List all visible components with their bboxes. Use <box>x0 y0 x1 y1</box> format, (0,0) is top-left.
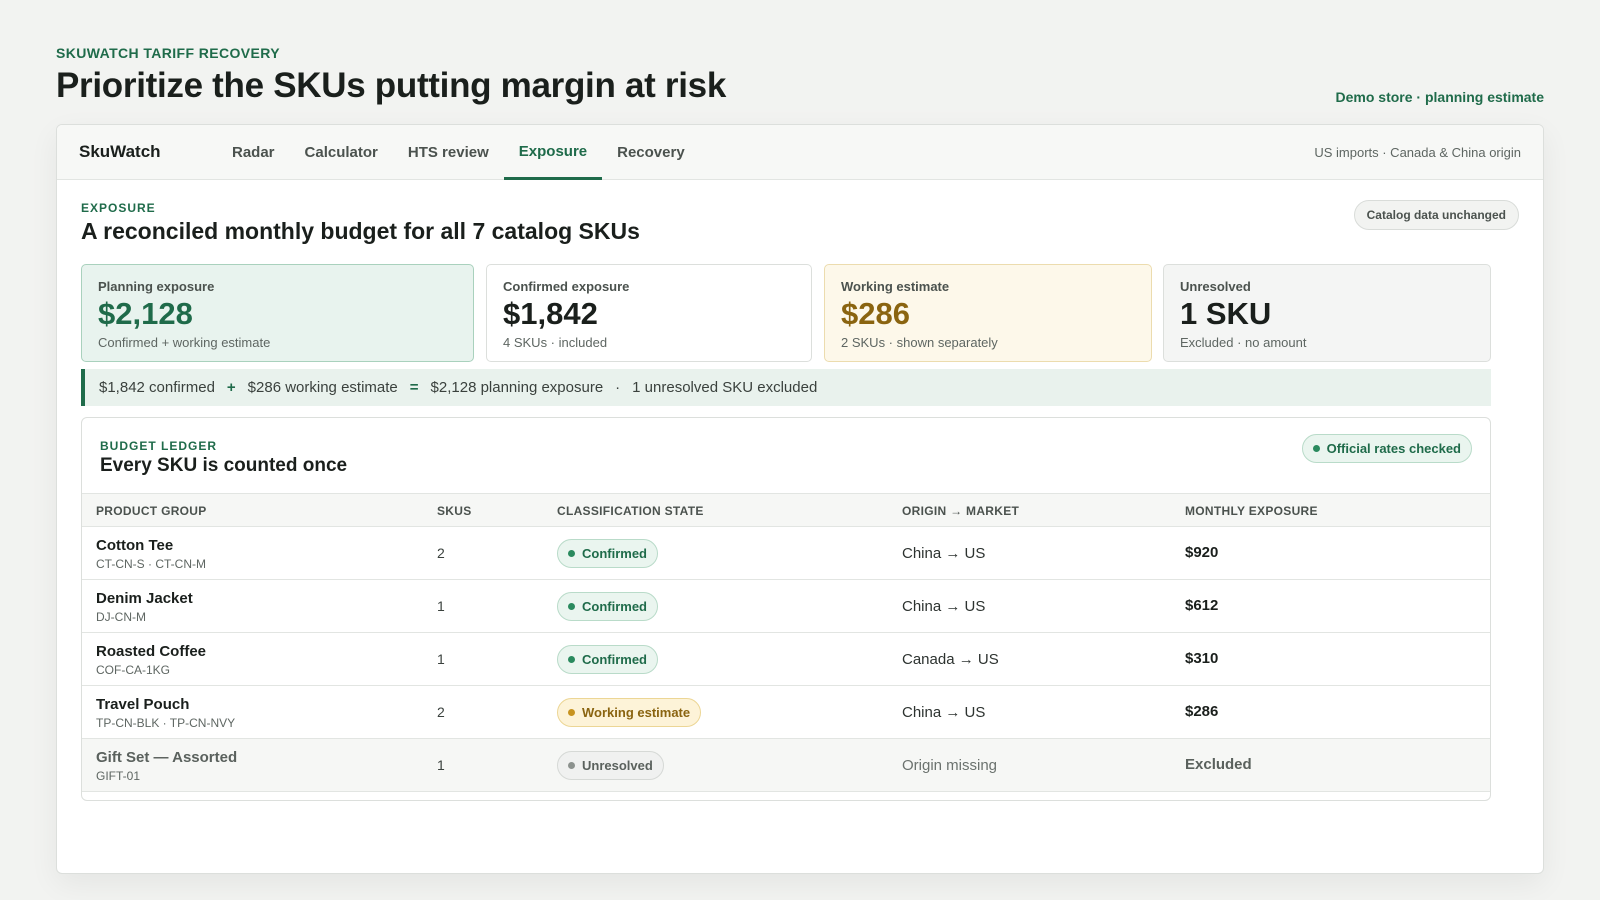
card-value: $286 <box>841 296 910 331</box>
import-context: US imports · Canada & China origin <box>1314 145 1521 160</box>
monthly-exposure: $310 <box>1185 650 1219 667</box>
product-skus: COF-CA-1KG <box>96 663 171 677</box>
origin-market: China → US <box>902 704 986 721</box>
card-subtext: Excluded · no amount <box>1180 335 1307 350</box>
formula-confirmed: $1,842 confirmed <box>99 379 215 396</box>
monthly-exposure: $920 <box>1185 544 1219 561</box>
card-label: Unresolved <box>1180 279 1251 294</box>
status-label: Confirmed <box>582 546 647 561</box>
ledger-title: Every SKU is counted once <box>100 455 348 476</box>
product-name: Gift Set — Assorted <box>96 749 238 766</box>
hero-eyebrow: SKUWATCH TARIFF RECOVERY <box>56 45 281 61</box>
monthly-exposure: $612 <box>1185 597 1219 614</box>
tab-recovery[interactable]: Recovery <box>602 125 700 180</box>
table-row[interactable]: Travel Pouch TP-CN-BLK · TP-CN-NVY 2 Wor… <box>82 686 1490 739</box>
reconciliation-formula: $1,842 confirmed + $286 working estimate… <box>81 369 1491 406</box>
card-value: $1,842 <box>503 296 598 331</box>
ledger-table: PRODUCT GROUP SKUS CLASSIFICATION STATE … <box>82 493 1490 792</box>
col-origin-market[interactable]: ORIGIN → MARKET <box>902 504 1019 518</box>
budget-ledger: BUDGET LEDGER Every SKU is counted once … <box>81 417 1491 801</box>
card-subtext: Confirmed + working estimate <box>98 335 271 350</box>
official-rates-badge: Official rates checked <box>1301 434 1472 463</box>
monthly-exposure: $286 <box>1185 703 1219 720</box>
status-badge: Confirmed <box>557 592 658 621</box>
status-badge: Unresolved <box>557 751 664 780</box>
table-header: PRODUCT GROUP SKUS CLASSIFICATION STATE … <box>82 493 1490 527</box>
col-product-group[interactable]: PRODUCT GROUP <box>96 504 207 518</box>
origin-market: Canada → US <box>902 651 999 668</box>
card-subtext: 2 SKUs · shown separately <box>841 335 998 350</box>
top-bar: SkuWatch Radar Calculator HTS review Exp… <box>57 125 1543 180</box>
formula-working: $286 working estimate <box>247 379 398 396</box>
tab-calculator[interactable]: Calculator <box>290 125 393 180</box>
sku-count: 1 <box>437 757 445 773</box>
table-row[interactable]: Cotton Tee CT-CN-S · CT-CN-M 2 Confirmed… <box>82 527 1490 580</box>
sku-count: 2 <box>437 545 445 561</box>
ledger-eyebrow: BUDGET LEDGER <box>100 439 218 453</box>
card-label: Working estimate <box>841 279 950 294</box>
product-name: Travel Pouch <box>96 696 190 713</box>
card-label: Planning exposure <box>98 279 215 294</box>
card-working-estimate: Working estimate $286 2 SKUs · shown sep… <box>824 264 1152 362</box>
product-skus: CT-CN-S · CT-CN-M <box>96 557 206 571</box>
col-skus[interactable]: SKUS <box>437 504 472 518</box>
status-dot-icon <box>568 762 575 769</box>
brand-logo[interactable]: SkuWatch <box>79 142 161 162</box>
product-skus: GIFT-01 <box>96 769 141 783</box>
col-monthly-exposure[interactable]: MONTHLY EXPOSURE <box>1185 504 1318 518</box>
status-dot-icon <box>568 603 575 610</box>
catalog-status-badge: Catalog data unchanged <box>1353 200 1519 230</box>
status-dot-icon <box>568 709 575 716</box>
card-unresolved: Unresolved 1 SKU Excluded · no amount <box>1163 264 1491 362</box>
status-dot-icon <box>568 656 575 663</box>
tab-radar[interactable]: Radar <box>217 125 290 180</box>
product-name: Cotton Tee <box>96 537 174 554</box>
origin-market: Origin missing <box>902 757 998 774</box>
card-confirmed-exposure: Confirmed exposure $1,842 4 SKUs · inclu… <box>486 264 812 362</box>
status-badge: Confirmed <box>557 645 658 674</box>
card-value: 1 SKU <box>1180 296 1272 331</box>
tab-exposure[interactable]: Exposure <box>503 125 603 180</box>
status-label: Confirmed <box>582 599 647 614</box>
col-classification-state[interactable]: CLASSIFICATION STATE <box>557 504 704 518</box>
section-eyebrow: EXPOSURE <box>81 201 156 215</box>
status-label: Working estimate <box>582 705 691 720</box>
formula-total: $2,128 planning exposure <box>430 379 604 396</box>
origin-market: China → US <box>902 545 986 562</box>
main-nav: Radar Calculator HTS review Exposure Rec… <box>217 125 700 180</box>
card-planning-exposure: Planning exposure $2,128 Confirmed + wor… <box>81 264 474 362</box>
formula-separator: · <box>615 379 621 396</box>
card-value: $2,128 <box>98 296 193 331</box>
page-title: Prioritize the SKUs putting margin at ri… <box>56 66 727 105</box>
official-rates-label: Official rates checked <box>1326 441 1461 456</box>
formula-equals: = <box>409 379 419 396</box>
status-label: Confirmed <box>582 652 647 667</box>
formula-excluded: 1 unresolved SKU excluded <box>632 379 818 396</box>
product-name: Denim Jacket <box>96 590 193 607</box>
status-badge: Working estimate <box>557 698 702 727</box>
table-row[interactable]: Denim Jacket DJ-CN-M 1 Confirmed China →… <box>82 580 1490 633</box>
product-skus: DJ-CN-M <box>96 610 146 624</box>
card-label: Confirmed exposure <box>503 279 630 294</box>
status-label: Unresolved <box>582 758 653 773</box>
card-subtext: 4 SKUs · included <box>503 335 608 350</box>
origin-market: China → US <box>902 598 986 615</box>
table-row[interactable]: Roasted Coffee COF-CA-1KG 1 Confirmed Ca… <box>82 633 1490 686</box>
monthly-exposure: Excluded <box>1185 756 1252 773</box>
sku-count: 1 <box>437 651 445 667</box>
app-window: SkuWatch Radar Calculator HTS review Exp… <box>56 124 1544 874</box>
status-badge: Confirmed <box>557 539 658 568</box>
section-title: A reconciled monthly budget for all 7 ca… <box>81 218 640 244</box>
status-dot-icon <box>1312 445 1320 452</box>
formula-plus: + <box>226 379 236 396</box>
table-row[interactable]: Gift Set — Assorted GIFT-01 1 Unresolved… <box>82 739 1490 792</box>
demo-note: Demo store · planning estimate <box>1335 89 1544 105</box>
status-dot-icon <box>568 550 575 557</box>
sku-count: 2 <box>437 704 445 720</box>
sku-count: 1 <box>437 598 445 614</box>
product-skus: TP-CN-BLK · TP-CN-NVY <box>96 716 236 730</box>
tab-hts-review[interactable]: HTS review <box>393 125 504 180</box>
product-name: Roasted Coffee <box>96 643 207 660</box>
